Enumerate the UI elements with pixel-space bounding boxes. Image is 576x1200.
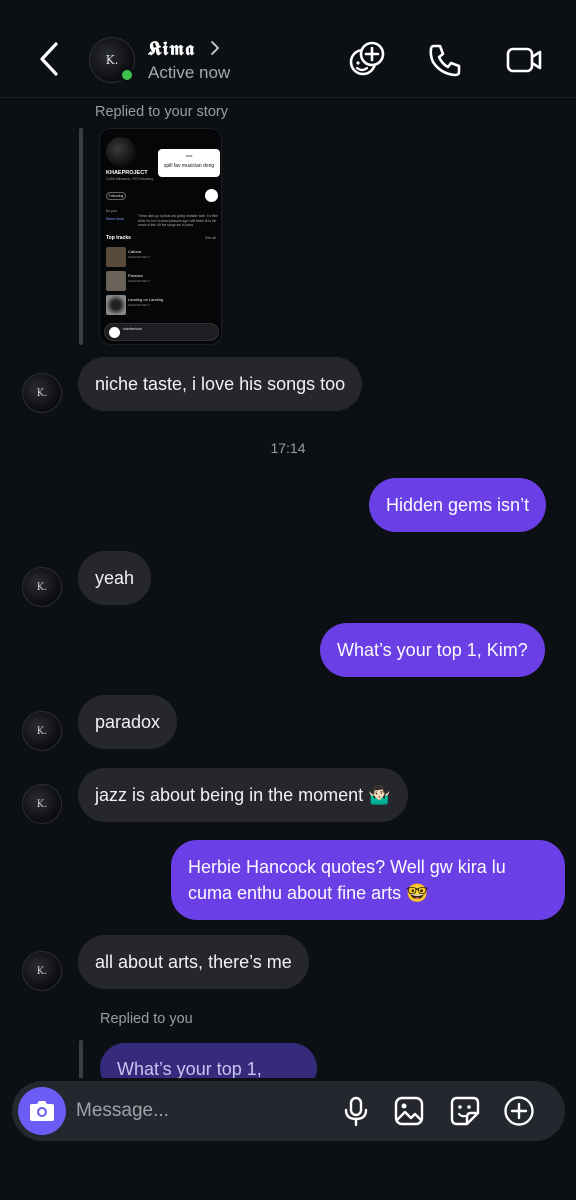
message-bubble-incoming[interactable]: paradox [78,695,178,749]
reply-label: Replied to you [100,1011,193,1027]
camera-button[interactable] [18,1087,66,1135]
time-divider: 17:14 [270,440,306,456]
story-popup-text: spill fav musician dong [163,163,215,169]
story-track-art [106,271,126,291]
message-bubble-outgoing[interactable]: Herbie Hancock quotes? Well gw kira lu c… [171,840,565,920]
story-track-sub: KHAEPROJECT [128,255,151,259]
avatar[interactable]: K. [22,711,62,751]
message-input[interactable] [76,1095,326,1127]
avatar[interactable]: K. [22,784,62,824]
story-track-sub: KHAEPROJECT [128,279,151,283]
sticker-icon[interactable] [449,1095,481,1127]
avatar[interactable]: K. [22,373,62,413]
chevron-right-icon[interactable] [209,40,221,56]
story-artist-name: KHAEPROJECT [106,170,148,176]
story-follow-button: Following [106,192,126,200]
avatar[interactable]: K. [22,951,62,991]
message-bubble-incoming[interactable]: yeah [78,551,152,605]
story-track-name: Cafuna [128,249,141,254]
message-bubble-outgoing[interactable]: What’s your top 1, Kim? [320,623,545,677]
plus-circle-icon[interactable] [503,1095,535,1127]
message-composer [12,1081,565,1141]
story-description: These days go cyclical and going unstabl… [138,214,218,227]
story-see-all: See all [205,236,216,240]
story-top-tracks: Top tracks [106,235,131,241]
story-preview[interactable]: and spill fav musician dong KHAEPROJECT … [99,128,222,345]
story-show-more: Show more [106,217,124,221]
online-status-dot [119,67,135,83]
story-track-name: Paradox [128,273,143,278]
reply-bar [79,128,83,345]
story-popup-head: and [185,153,193,158]
sticker-add-icon[interactable] [347,40,387,80]
story-track-name: Landing on Landing [128,297,164,302]
camera-icon [30,1101,54,1121]
back-icon[interactable] [34,38,64,80]
message-bubble-incoming[interactable]: jazz is about being in the moment 🤷🏻‍♂️ [78,768,408,822]
story-play-icon [205,189,218,202]
story-now-playing-bar: nalmiterlude [104,323,219,341]
story-question-sticker: and spill fav musician dong [158,149,220,177]
story-reply-label: Replied to your story [95,104,228,120]
story-track-art [106,295,126,315]
contact-name[interactable]: 𝕶𝖎𝖒𝖆 [148,38,195,60]
message-bubble-incoming[interactable]: niche taste, i love his songs too [78,357,363,411]
message-bubble-outgoing[interactable]: Hidden gems isn’t [369,478,547,532]
video-icon[interactable] [504,40,544,80]
active-status: Active now [148,63,231,82]
message-bubble-incoming[interactable]: all about arts, there’s me [78,935,309,989]
avatar[interactable]: K. [22,567,62,607]
story-bar-play-icon [109,327,120,338]
microphone-icon[interactable] [340,1095,372,1127]
story-track-art [106,247,126,267]
story-artist-sub: 3,800 followers • 970 following [106,177,154,181]
phone-icon[interactable] [425,40,465,80]
story-now-playing: nalmiterlude [123,327,143,331]
story-artist-avatar [106,137,136,167]
chat-header: K. 𝕶𝖎𝖒𝖆 Active now [0,0,576,98]
story-track-sub: KHAEPROJECT [128,303,151,307]
gallery-icon[interactable] [393,1095,425,1127]
story-for-you: for you [106,209,117,213]
